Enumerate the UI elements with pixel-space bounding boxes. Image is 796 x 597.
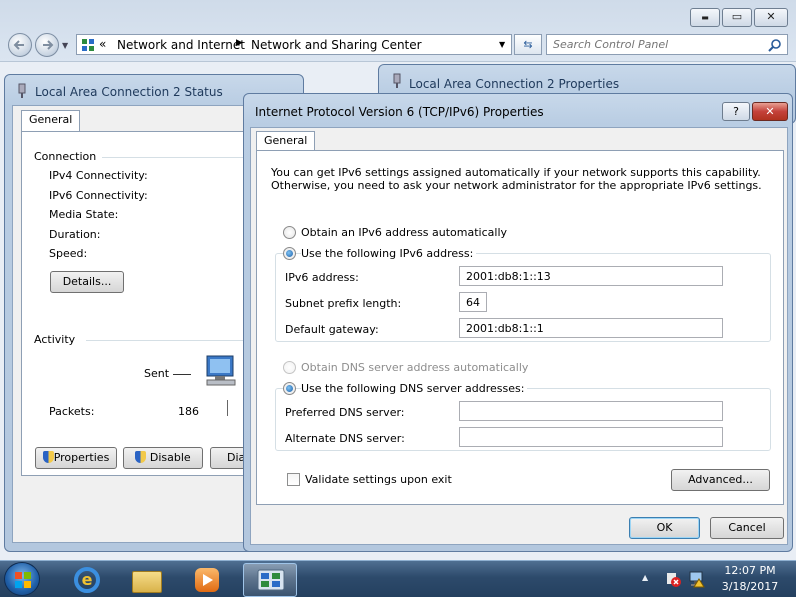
internet-explorer-icon: e xyxy=(74,567,100,593)
preferred-dns-label: Preferred DNS server: xyxy=(285,406,405,419)
breadcrumb-separator-icon: ▶ xyxy=(236,38,243,48)
clock-date[interactable]: 3/18/2017 xyxy=(712,580,788,593)
ipv6-dialog-title: Internet Protocol Version 6 (TCP/IPv6) P… xyxy=(255,105,544,119)
default-gateway-label: Default gateway: xyxy=(285,323,379,336)
use-static-dns-radio[interactable] xyxy=(283,382,296,395)
subnet-prefix-input[interactable] xyxy=(459,292,487,312)
ipv6-address-input[interactable] xyxy=(459,266,723,286)
duration-label: Duration: xyxy=(49,228,101,241)
uac-shield-icon xyxy=(42,451,54,463)
alternate-dns-input[interactable] xyxy=(459,427,723,447)
forward-button[interactable] xyxy=(35,33,59,57)
ipv6-address-label: IPv6 address: xyxy=(285,271,359,284)
use-static-dns-label[interactable]: Use the following DNS server addresses: xyxy=(301,382,528,395)
action-center-icon[interactable] xyxy=(664,570,682,588)
back-arrow-icon xyxy=(13,40,24,50)
properties-window-title: Local Area Connection 2 Properties xyxy=(409,77,620,91)
packets-sent-value: 186 xyxy=(178,405,199,418)
close-icon: ✕ xyxy=(766,10,776,23)
close-dialog-button[interactable]: ✕ xyxy=(752,102,788,121)
obtain-dns-auto-radio[interactable] xyxy=(283,361,296,374)
preferred-dns-input[interactable] xyxy=(459,401,723,421)
sent-label: Sent xyxy=(144,367,170,380)
intro-text-line2: Otherwise, you need to ask your network … xyxy=(271,179,762,192)
control-panel-icon xyxy=(257,569,285,591)
windows-logo-icon xyxy=(15,572,31,588)
address-bar[interactable]: « Network and Internet ▶ Network and Sha… xyxy=(76,34,512,55)
alternate-dns-label: Alternate DNS server: xyxy=(285,432,405,445)
ipv6-properties-dialog: Internet Protocol Version 6 (TCP/IPv6) P… xyxy=(243,93,793,552)
network-adapter-icon xyxy=(18,83,26,98)
media-player-icon xyxy=(195,568,219,592)
maximize-button[interactable]: ▭ xyxy=(722,8,752,27)
media-state-label: Media State: xyxy=(49,208,119,221)
address-dropdown-icon[interactable]: ▼ xyxy=(499,40,505,49)
taskbar-media-player[interactable] xyxy=(180,563,234,597)
help-button[interactable]: ? xyxy=(722,102,750,121)
advanced-button[interactable]: Advanced... xyxy=(671,469,770,491)
breadcrumb-overflow[interactable]: « xyxy=(99,37,106,51)
ipv6-client-area: General You can get IPv6 settings assign… xyxy=(250,127,788,545)
use-static-ipv6-label[interactable]: Use the following IPv6 address: xyxy=(301,247,477,260)
minimize-icon: ▬ xyxy=(701,13,709,22)
maximize-icon: ▭ xyxy=(731,10,743,23)
play-icon xyxy=(203,574,213,586)
close-icon: ✕ xyxy=(765,105,775,118)
intro-text-line1: You can get IPv6 settings assigned autom… xyxy=(271,166,761,179)
packets-divider xyxy=(227,400,228,416)
ipv4-connectivity-label: IPv4 Connectivity: xyxy=(49,169,148,182)
forward-arrow-icon xyxy=(43,40,54,50)
properties-button-label: Properties xyxy=(53,451,110,464)
subnet-prefix-label: Subnet prefix length: xyxy=(285,297,402,310)
breadcrumb-network-internet[interactable]: Network and Internet xyxy=(117,38,245,52)
search-input[interactable] xyxy=(547,35,757,54)
cancel-button[interactable]: Cancel xyxy=(710,517,784,539)
taskbar-control-panel[interactable] xyxy=(243,563,297,597)
search-icon[interactable] xyxy=(768,38,782,52)
obtain-ipv6-auto-label[interactable]: Obtain an IPv6 address automatically xyxy=(301,226,507,239)
show-hidden-icons-button[interactable]: ▲ xyxy=(642,573,648,582)
default-gateway-input[interactable] xyxy=(459,318,723,338)
refresh-icon: ⇆ xyxy=(523,38,533,51)
properties-button[interactable]: Properties xyxy=(35,447,117,469)
connection-group-label: Connection xyxy=(34,150,97,163)
validate-checkbox[interactable] xyxy=(287,473,300,486)
packets-label: Packets: xyxy=(49,405,95,418)
taskbar-windows-explorer[interactable] xyxy=(120,563,174,597)
disable-button-label: Disable xyxy=(149,451,191,464)
clock-time[interactable]: 12:07 PM xyxy=(712,564,788,577)
details-button[interactable]: Details... xyxy=(50,271,124,293)
breadcrumb-sharing-center[interactable]: Network and Sharing Center xyxy=(251,38,422,52)
uac-shield-icon xyxy=(135,451,147,463)
network-adapter-icon xyxy=(393,73,401,88)
speed-label: Speed: xyxy=(49,247,88,260)
taskbar: e ▲ 12:07 PM 3/18/2017 xyxy=(0,560,796,597)
computer-activity-icon xyxy=(206,355,236,386)
refresh-button[interactable]: ⇆ xyxy=(514,34,542,55)
obtain-ipv6-auto-radio[interactable] xyxy=(283,226,296,239)
use-static-ipv6-radio[interactable] xyxy=(283,247,296,260)
status-window-title: Local Area Connection 2 Status xyxy=(35,85,223,99)
control-panel-icon xyxy=(82,39,94,51)
recent-pages-dropdown[interactable]: ▼ xyxy=(62,41,68,50)
tab-general[interactable]: General xyxy=(21,110,81,132)
minimize-button[interactable]: ▬ xyxy=(690,8,720,27)
close-button[interactable]: ✕ xyxy=(754,8,788,27)
network-icon[interactable] xyxy=(688,570,706,588)
ipv6-connectivity-label: IPv6 Connectivity: xyxy=(49,189,148,202)
search-box[interactable] xyxy=(546,34,788,55)
ipv6-tab-panel: You can get IPv6 settings assigned autom… xyxy=(256,150,784,505)
obtain-dns-auto-label[interactable]: Obtain DNS server address automatically xyxy=(301,361,528,374)
folder-icon xyxy=(132,571,162,593)
question-icon: ? xyxy=(733,105,739,118)
activity-group-label: Activity xyxy=(34,333,76,346)
start-button[interactable] xyxy=(4,562,40,596)
back-button[interactable] xyxy=(8,33,32,57)
validate-label[interactable]: Validate settings upon exit xyxy=(305,473,452,486)
tab-general[interactable]: General xyxy=(256,131,316,151)
sent-line xyxy=(173,374,191,375)
ok-button[interactable]: OK xyxy=(629,517,700,539)
disable-button[interactable]: Disable xyxy=(123,447,203,469)
taskbar-internet-explorer[interactable]: e xyxy=(60,563,114,597)
